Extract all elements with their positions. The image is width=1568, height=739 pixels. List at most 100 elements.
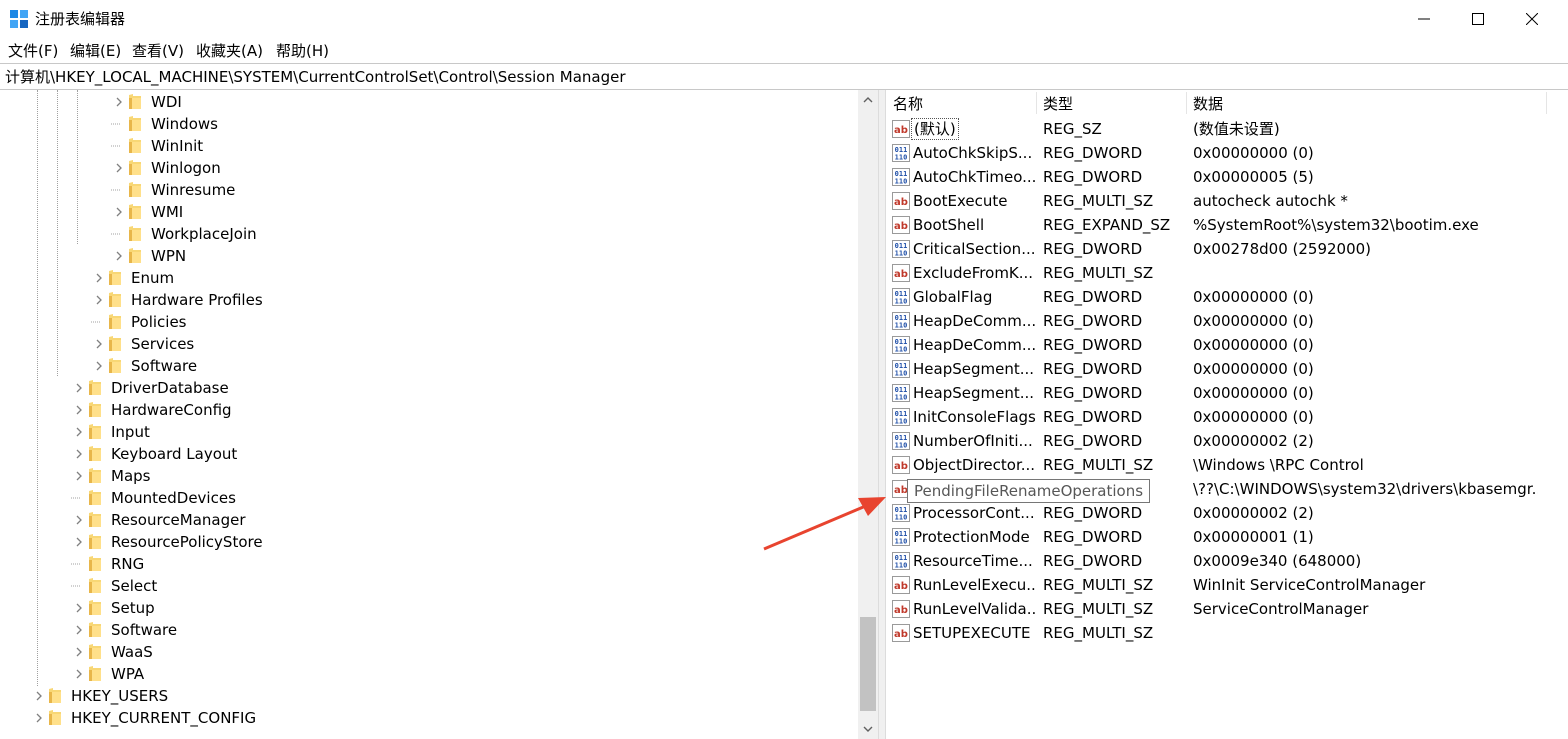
tree-node[interactable]: ResourcePolicyStore (71, 531, 263, 553)
table-row[interactable]: ab ObjectDirector... REG_MULTI_SZ \Windows … (886, 453, 1568, 477)
table-row[interactable]: ab (默认) REG_SZ (数值未设置) (886, 117, 1568, 141)
column-divider[interactable] (1546, 92, 1547, 114)
binary-value-icon: 011 110 (892, 384, 910, 402)
chevron-right-icon[interactable] (71, 663, 87, 685)
value-type: REG_MULTI_SZ (1043, 624, 1154, 642)
pane-splitter[interactable] (878, 90, 886, 739)
tree-node[interactable]: Select (71, 575, 157, 597)
tree-node[interactable]: WorkplaceJoin (111, 223, 257, 245)
tree-node[interactable]: Policies (91, 311, 186, 333)
tree-node[interactable]: Software (71, 619, 177, 641)
maximize-button[interactable] (1452, 0, 1504, 38)
chevron-right-icon[interactable] (71, 641, 87, 663)
chevron-right-icon[interactable] (91, 267, 107, 289)
menu-file[interactable]: 文件(F) (8, 41, 58, 61)
chevron-right-icon[interactable] (31, 707, 47, 729)
tree-node[interactable]: Hardware Profiles (91, 289, 263, 311)
tree-node[interactable]: WinInit (111, 135, 203, 157)
table-row[interactable]: 011 110 CriticalSection... REG_DWORD 0x00278… (886, 237, 1568, 261)
chevron-right-icon[interactable] (111, 245, 127, 267)
close-button[interactable] (1506, 0, 1558, 38)
tree-node[interactable]: HKEY_CURRENT_CONFIG (31, 707, 256, 729)
table-row[interactable]: 011 110 ResourceTime... REG_DWORD 0x0009e340… (886, 549, 1568, 573)
table-row[interactable]: ab SETUPEXECUTE REG_MULTI_SZ (886, 621, 1568, 645)
minimize-button[interactable] (1398, 0, 1450, 38)
table-row[interactable]: ab BootExecute REG_MULTI_SZ autocheck autoc… (886, 189, 1568, 213)
chevron-right-icon[interactable] (71, 597, 87, 619)
table-row[interactable]: 011 110 HeapDeComm... REG_DWORD 0x00000000 (… (886, 333, 1568, 357)
chevron-right-icon[interactable] (91, 289, 107, 311)
chevron-right-icon[interactable] (71, 377, 87, 399)
chevron-right-icon[interactable] (71, 421, 87, 443)
chevron-right-icon[interactable] (91, 333, 107, 355)
svg-text:110: 110 (895, 178, 908, 186)
chevron-right-icon[interactable] (31, 685, 47, 707)
tree-node[interactable]: HKEY_USERS (31, 685, 168, 707)
tree-scrollbar[interactable] (858, 90, 878, 739)
table-row[interactable]: 011 110 GlobalFlag REG_DWORD 0x00000000 (0) (886, 285, 1568, 309)
string-value-icon: ab (892, 216, 910, 234)
table-row[interactable]: ab RunLevelExecu... REG_MULTI_SZ WinInit Se… (886, 573, 1568, 597)
table-row[interactable]: ab BootShell REG_EXPAND_SZ %SystemRoot%\sys… (886, 213, 1568, 237)
tree-node[interactable]: Winresume (111, 179, 235, 201)
address-bar[interactable]: 计算机\HKEY_LOCAL_MACHINE\SYSTEM\CurrentCon… (0, 63, 1568, 90)
table-row[interactable]: 011 110 NumberOfIniti... REG_DWORD 0x0000000… (886, 429, 1568, 453)
menu-view[interactable]: 查看(V) (132, 41, 184, 61)
tree-node[interactable]: WPN (111, 245, 186, 267)
menu-favorites[interactable]: 收藏夹(A) (196, 41, 263, 61)
chevron-right-icon[interactable] (111, 157, 127, 179)
tree-node[interactable]: MountedDevices (71, 487, 236, 509)
table-row[interactable]: 011 110 HeapSegment... REG_DWORD 0x00000000 … (886, 381, 1568, 405)
table-row[interactable]: 011 110 HeapDeComm... REG_DWORD 0x00000000 (… (886, 309, 1568, 333)
chevron-right-icon[interactable] (71, 531, 87, 553)
chevron-right-icon[interactable] (71, 465, 87, 487)
tree-node[interactable]: HardwareConfig (71, 399, 232, 421)
tree-node[interactable]: WDI (111, 91, 182, 113)
tree-node[interactable]: Maps (71, 465, 150, 487)
folder-icon (49, 707, 65, 729)
value-data: 0x00000000 (0) (1193, 312, 1314, 330)
table-row[interactable]: ab ExcludeFromK... REG_MULTI_SZ (886, 261, 1568, 285)
menu-edit[interactable]: 编辑(E) (70, 41, 121, 61)
column-header-data[interactable]: 数据 (1186, 90, 1223, 118)
menu-help[interactable]: 帮助(H) (276, 41, 329, 61)
tree-node[interactable]: Software (91, 355, 197, 377)
table-row[interactable]: 011 110 AutoChkSkipS... REG_DWORD 0x00000000… (886, 141, 1568, 165)
tree-node[interactable]: Enum (91, 267, 174, 289)
tree-node[interactable]: Windows (111, 113, 218, 135)
value-name: HeapDeComm... (913, 312, 1035, 330)
scroll-down-button[interactable] (858, 719, 878, 739)
value-data: \Windows \RPC Control (1193, 456, 1364, 474)
tree-node[interactable]: Winlogon (111, 157, 221, 179)
tree-node[interactable]: WaaS (71, 641, 153, 663)
tree-node[interactable]: ResourceManager (71, 509, 246, 531)
chevron-right-icon[interactable] (71, 509, 87, 531)
column-header-name[interactable]: 名称 (886, 90, 923, 118)
table-row[interactable]: 011 110 ProcessorCont... REG_DWORD 0x0000000… (886, 501, 1568, 525)
table-row[interactable]: 011 110 InitConsoleFlags REG_DWORD 0x0000000… (886, 405, 1568, 429)
tree-node[interactable]: RNG (71, 553, 144, 575)
value-name-tooltip: PendingFileRenameOperations (907, 479, 1151, 503)
chevron-right-icon[interactable] (111, 91, 127, 113)
chevron-right-icon[interactable] (71, 443, 87, 465)
value-type: REG_DWORD (1043, 432, 1143, 450)
tree-node[interactable]: WMI (111, 201, 183, 223)
column-header-type[interactable]: 类型 (1036, 90, 1073, 118)
tree-node[interactable]: Setup (71, 597, 155, 619)
table-row[interactable]: 011 110 AutoChkTimeo... REG_DWORD 0x00000005… (886, 165, 1568, 189)
chevron-right-icon[interactable] (71, 619, 87, 641)
tree-node[interactable]: Input (71, 421, 150, 443)
tree-node[interactable]: Services (91, 333, 194, 355)
binary-value-icon: 011 110 (892, 408, 910, 426)
scroll-up-button[interactable] (858, 90, 878, 110)
table-row[interactable]: ab RunLevelValida... REG_MULTI_SZ ServiceCo… (886, 597, 1568, 621)
table-row[interactable]: 011 110 HeapSegment... REG_DWORD 0x00000000 … (886, 357, 1568, 381)
chevron-right-icon[interactable] (91, 355, 107, 377)
table-row[interactable]: 011 110 ProtectionMode REG_DWORD 0x00000001 … (886, 525, 1568, 549)
tree-node[interactable]: Keyboard Layout (71, 443, 237, 465)
tree-node[interactable]: WPA (71, 663, 144, 685)
chevron-right-icon[interactable] (71, 399, 87, 421)
scroll-thumb[interactable] (860, 617, 876, 711)
tree-node[interactable]: DriverDatabase (71, 377, 229, 399)
chevron-right-icon[interactable] (111, 201, 127, 223)
